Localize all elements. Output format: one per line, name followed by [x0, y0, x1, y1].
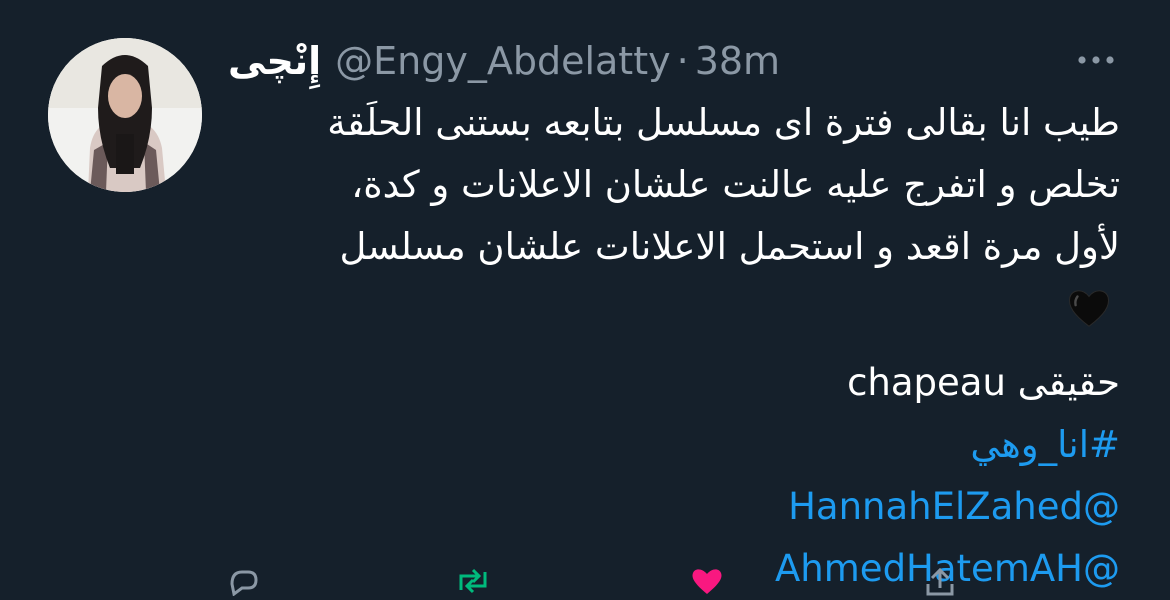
avatar-image: [48, 38, 202, 192]
black-heart-icon: [1069, 290, 1109, 327]
tweet-actions: [220, 566, 960, 596]
separator-dot: ·: [676, 39, 689, 83]
tweet-header: إِنْچى @Engy_Abdelatty · 38m: [228, 36, 780, 86]
hashtag-link[interactable]: #انا_وهي: [220, 414, 1120, 476]
tweet-text: طيب انا بقالى فترة اى مسلسل بتابعه بستنى…: [220, 92, 1120, 600]
reply-icon[interactable]: [220, 566, 260, 596]
tweet-line-1: طيب انا بقالى فترة اى مسلسل بتابعه بستنى…: [327, 101, 1120, 144]
author-handle[interactable]: @Engy_Abdelatty: [335, 39, 670, 83]
retweet-icon[interactable]: [453, 566, 493, 596]
share-icon[interactable]: [920, 566, 960, 596]
author-name[interactable]: إِنْچى: [228, 39, 321, 83]
avatar[interactable]: [48, 38, 202, 192]
black-heart-emoji: [220, 278, 1120, 338]
tweet-line-chapeau: حقيقى chapeau: [847, 361, 1120, 404]
tweet-line-3: لأول مرة اقعد و استحمل الاعلانات علشان م…: [339, 225, 1120, 268]
more-icon[interactable]: [1074, 42, 1118, 78]
like-icon[interactable]: [687, 566, 727, 596]
mention-link-hannah[interactable]: @HannahElZahed: [220, 476, 1120, 538]
tweet-timestamp[interactable]: 38m: [695, 39, 780, 83]
tweet-line-2: تخلص و اتفرج عليه عالنت علشان الاعلانات …: [351, 163, 1120, 206]
